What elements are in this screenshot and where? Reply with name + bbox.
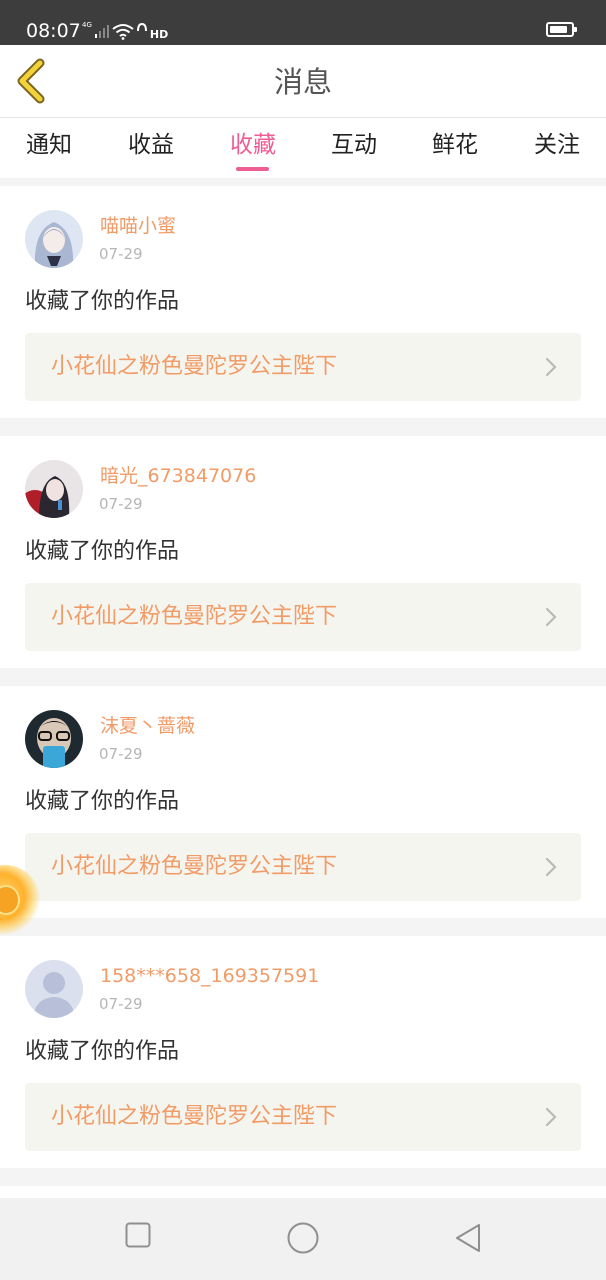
avatar[interactable]: [25, 210, 83, 268]
wifi-icon: [112, 23, 134, 40]
action-text: 收藏了你的作品: [25, 1039, 180, 1064]
action-text: 收藏了你的作品: [25, 289, 180, 314]
tab-interactions[interactable]: 互动: [331, 130, 377, 160]
circle-icon[interactable]: [287, 1222, 319, 1254]
work-link[interactable]: 小花仙之粉色曼陀罗公主陛下: [25, 1083, 581, 1151]
username[interactable]: 暗光_673847076: [100, 464, 256, 488]
avatar[interactable]: [25, 460, 83, 518]
username[interactable]: 158***658_169357591: [100, 964, 319, 988]
coin-icon: [0, 885, 20, 915]
tab-notifications[interactable]: 通知: [26, 130, 72, 160]
date: 07-29: [99, 745, 143, 763]
square-icon[interactable]: [125, 1222, 151, 1248]
tab-follows[interactable]: 关注: [534, 130, 580, 160]
chevron-right-icon: [545, 1107, 557, 1127]
message-card: 暗光_673847076 07-29 收藏了你的作品 小花仙之粉色曼陀罗公主陛下: [0, 436, 606, 668]
chevron-right-icon: [545, 607, 557, 627]
username[interactable]: 喵喵小蜜: [100, 214, 176, 238]
action-text: 收藏了你的作品: [25, 539, 180, 564]
battery-icon: [546, 22, 577, 37]
message-card: 158***658_169357591 07-29 收藏了你的作品 小花仙之粉色…: [0, 936, 606, 1168]
battery-level: [550, 26, 567, 33]
header: 消息: [0, 45, 606, 118]
tab-flowers[interactable]: 鲜花: [432, 130, 478, 160]
work-title: 小花仙之粉色曼陀罗公主陛下: [51, 854, 338, 879]
avatar[interactable]: [25, 960, 83, 1018]
active-tab-indicator: [236, 167, 269, 171]
tab-favorites[interactable]: 收藏: [230, 130, 276, 160]
chevron-right-icon: [545, 857, 557, 877]
status-bar: 08:07 4G HD: [0, 0, 606, 45]
work-title: 小花仙之粉色曼陀罗公主陛下: [51, 1104, 338, 1129]
hd-call-icon: [136, 23, 147, 32]
system-nav-bar: [0, 1198, 606, 1280]
status-icons: 4G HD: [82, 20, 168, 42]
signal-icon: [94, 25, 109, 38]
work-link[interactable]: 小花仙之粉色曼陀罗公主陛下: [25, 333, 581, 401]
message-card-partial: [0, 1186, 606, 1198]
action-text: 收藏了你的作品: [25, 789, 180, 814]
tab-bar: 通知 收益 收藏 互动 鲜花 关注: [0, 118, 606, 178]
message-card: 喵喵小蜜 07-29 收藏了你的作品 小花仙之粉色曼陀罗公主陛下: [0, 186, 606, 418]
work-title: 小花仙之粉色曼陀罗公主陛下: [51, 354, 338, 379]
page-title: 消息: [273, 65, 332, 99]
hd-label: HD: [149, 27, 169, 41]
chevron-right-icon: [545, 357, 557, 377]
work-title: 小花仙之粉色曼陀罗公主陛下: [51, 604, 338, 629]
network-label: 4G: [82, 21, 92, 29]
tab-earnings[interactable]: 收益: [128, 130, 174, 160]
username[interactable]: 沫夏丶蔷薇: [100, 714, 195, 738]
date: 07-29: [99, 245, 143, 263]
status-time: 08:07: [26, 20, 81, 42]
triangle-back-icon[interactable]: [454, 1223, 482, 1253]
date: 07-29: [99, 495, 143, 513]
avatar[interactable]: [25, 710, 83, 768]
date: 07-29: [99, 995, 143, 1013]
work-link[interactable]: 小花仙之粉色曼陀罗公主陛下: [25, 583, 581, 651]
work-link[interactable]: 小花仙之粉色曼陀罗公主陛下: [25, 833, 581, 901]
message-card: 沫夏丶蔷薇 07-29 收藏了你的作品 小花仙之粉色曼陀罗公主陛下: [0, 686, 606, 918]
